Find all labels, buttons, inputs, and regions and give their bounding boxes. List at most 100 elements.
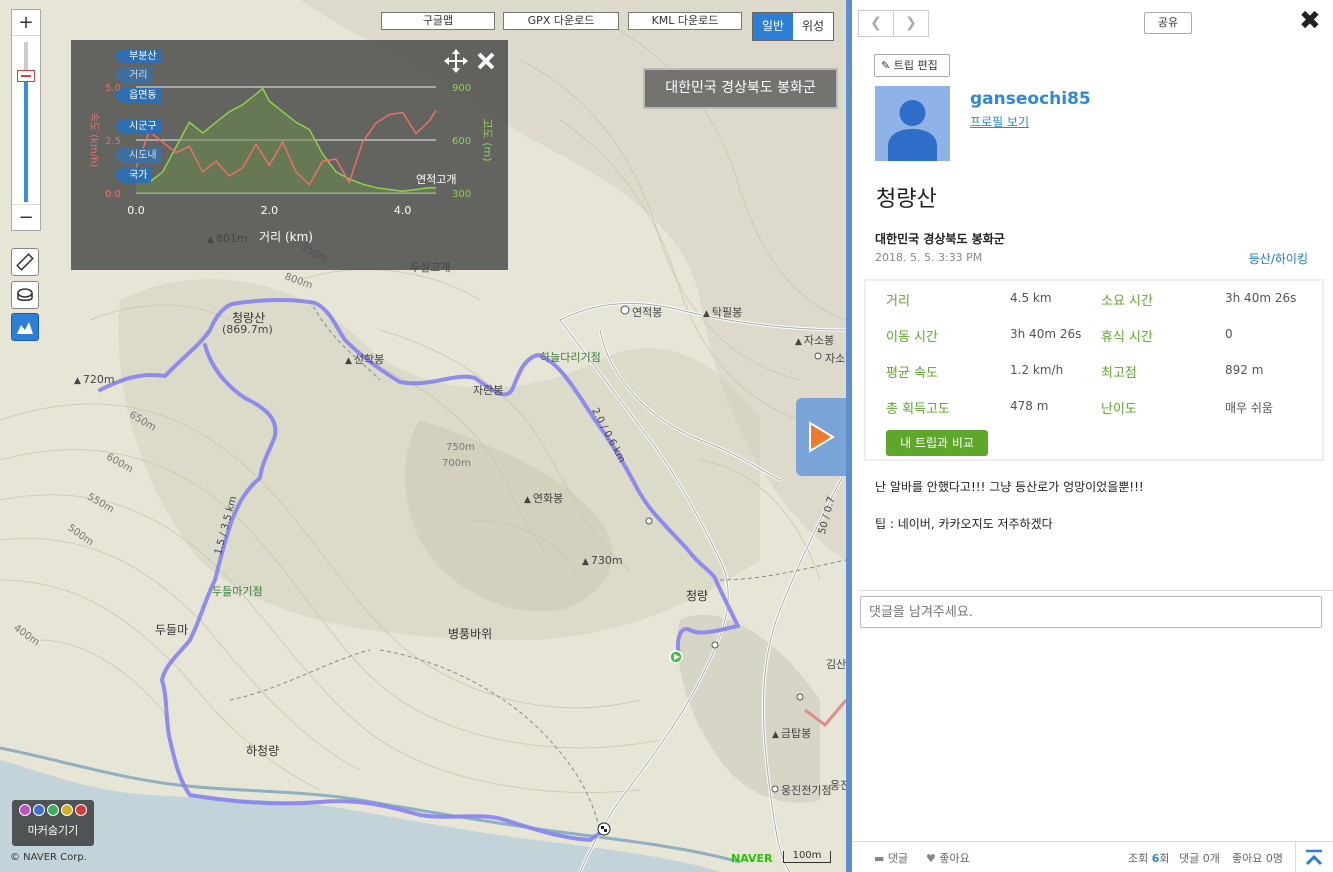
google-map-button[interactable]: 구글맵 xyxy=(381,12,495,30)
prev-trip-button[interactable]: ❮ xyxy=(859,11,894,36)
area-measure-icon xyxy=(17,288,33,301)
hacheongryang-label: 하청량 xyxy=(246,744,280,758)
elevation-chart-button[interactable] xyxy=(11,313,39,341)
stat-speed-label: 평균 속도 xyxy=(886,366,938,381)
stat-rest-label: 휴식 시간 xyxy=(1101,330,1153,345)
takpilbong-label: 탁필봉 xyxy=(703,304,742,320)
panel-footer: ▬ 댓글 ♥ 좋아요 조회 6회 댓글 0개 좋아요 0명 xyxy=(852,841,1333,872)
comment-button-label: 댓글 xyxy=(887,852,909,865)
map-type-normal[interactable]: 일반 xyxy=(753,13,793,40)
scroll-top-icon xyxy=(1305,849,1322,865)
trip-nav: ❮ ❯ xyxy=(858,10,929,37)
compare-trip-button[interactable]: 내 트립과 비교 xyxy=(886,430,988,456)
like-button[interactable]: ♥ 좋아요 xyxy=(926,850,970,866)
kml-download-button[interactable]: KML 다운로드 xyxy=(628,12,742,30)
stat-gain-value: 478 m xyxy=(1010,399,1049,413)
marker-color-icon xyxy=(19,804,31,816)
left-axis-label: 속도 (km/h) xyxy=(88,113,100,168)
play-arrow-icon xyxy=(809,421,835,453)
stat-speed-value: 1.2 km/h xyxy=(1010,363,1064,377)
right-tick-label: 900 xyxy=(452,83,471,94)
map-type-toggle: 일반 위성 xyxy=(752,12,834,41)
zoom-slider-handle[interactable] xyxy=(17,70,35,82)
next-trip-button[interactable]: ❯ xyxy=(894,11,928,36)
trip-description: 난 알바를 안했다고!!! 그냥 등산로가 엉망이었을뿐!!! xyxy=(875,480,1144,494)
jaso-label: 자소 xyxy=(825,352,846,365)
map-view[interactable]: 720m 801m 청량산 (869.7m) 선학봉 자란봉 연적봉 탁필봉 자… xyxy=(0,0,846,872)
stat-max-label: 최고점 xyxy=(1101,366,1137,381)
zoom-control: + − xyxy=(11,9,41,231)
close-panel-button[interactable]: ✖ xyxy=(1299,6,1321,36)
stat-gain-label: 총 획득고도 xyxy=(886,402,950,417)
close-icon[interactable] xyxy=(477,52,495,70)
region-tag-sidonae[interactable]: 시도내 xyxy=(114,148,161,163)
stat-duration-label: 소요 시간 xyxy=(1101,294,1153,309)
naver-logo: NAVER xyxy=(731,852,773,865)
left-tick-label: 0.0 xyxy=(105,189,121,200)
stat-distance-label: 거리 xyxy=(886,294,910,309)
marker-hide-button[interactable]: 마커숨기기 xyxy=(12,800,94,846)
stat-moving-value: 3h 40m 26s xyxy=(1010,327,1082,341)
x-tick-label: 2.0 xyxy=(261,204,279,217)
edit-trip-label: 트립 편집 xyxy=(893,59,938,72)
like-button-label: 좋아요 xyxy=(939,852,970,865)
altitude-area xyxy=(136,88,436,193)
panel-toggle-button[interactable] xyxy=(796,398,846,476)
area-tool-button[interactable] xyxy=(11,281,39,309)
username[interactable]: ganseochi85 xyxy=(970,89,1091,109)
avatar[interactable] xyxy=(875,86,950,161)
trip-activity-type[interactable]: 등산/하이킹 xyxy=(1249,250,1308,267)
map-scale-bar: 100m xyxy=(783,851,831,863)
map-region-label: 대한민국 경상북도 봉화군 xyxy=(643,68,838,109)
chungryangsan-elev-label: (869.7m) xyxy=(222,323,273,336)
stat-distance-value: 4.5 km xyxy=(1010,291,1052,305)
map-type-satellite[interactable]: 위성 xyxy=(793,13,833,40)
region-tag-distance[interactable]: 거리 xyxy=(113,68,152,83)
stat-moving-label: 이동 시간 xyxy=(886,330,938,345)
comment-button[interactable]: ▬ 댓글 xyxy=(874,850,908,866)
ruler-tool-button[interactable] xyxy=(11,248,39,276)
trip-tip: 팁 : 네이버, 카카오지도 저주하겠다 xyxy=(875,517,1053,531)
profile-link[interactable]: 프로필 보기 xyxy=(970,113,1029,130)
stat-difficulty-value: 매우 쉬움 xyxy=(1225,401,1273,415)
left-tick-label: 2.5 xyxy=(105,136,121,147)
peak-720-label: 720m xyxy=(74,373,115,386)
zoom-out-button[interactable]: − xyxy=(12,204,40,230)
view-count-label: 조회 xyxy=(1128,852,1149,865)
gpx-download-button[interactable]: GPX 다운로드 xyxy=(503,12,619,30)
comment-icon: ▬ xyxy=(874,852,885,865)
marker-color-icon xyxy=(47,804,59,816)
region-tag-country[interactable]: 국가 xyxy=(113,168,152,183)
scroll-top-button[interactable] xyxy=(1295,842,1331,872)
region-tag-eupmyeondong[interactable]: 읍면동 xyxy=(114,88,161,103)
stat-max-value: 892 m xyxy=(1225,363,1264,377)
region-tag-sigungu[interactable]: 시군구 xyxy=(114,119,161,134)
contour-label: 750m xyxy=(446,442,475,453)
edit-trip-button[interactable]: ✎ 트립 편집 xyxy=(874,54,950,77)
x-tick-label: 4.0 xyxy=(394,204,412,217)
right-tick-label: 300 xyxy=(452,189,471,200)
x-axis-label: 거리 (km) xyxy=(259,230,313,244)
region-tag-bubunsan[interactable]: 부분산 xyxy=(114,49,161,64)
right-tick-label: 600 xyxy=(452,136,471,147)
user-icon xyxy=(888,100,937,161)
trip-stats: 거리 4.5 km 소요 시간 3h 40m 26s 이동 시간 3h 40m … xyxy=(864,279,1324,461)
jaranbong-label: 자란봉 xyxy=(473,384,504,397)
chart-annotation-label: 연적고개 xyxy=(416,173,456,186)
trip-date: 2018. 5. 5. 3:33 PM xyxy=(875,251,983,264)
ungjin-label: 웅진 xyxy=(830,779,846,792)
x-tick-label: 0.0 xyxy=(127,204,145,217)
dudeulma-label: 두들마 xyxy=(155,623,189,637)
zoom-in-button[interactable]: + xyxy=(12,10,40,36)
right-axis-label: 고도 (m) xyxy=(481,118,494,161)
heart-icon: ♥ xyxy=(926,852,936,865)
trip-title: 청량산 xyxy=(876,187,937,212)
copyright-text: © NAVER Corp. xyxy=(10,852,87,863)
comment-input[interactable] xyxy=(860,596,1322,628)
trip-region: 대한민국 경상북도 봉화군 xyxy=(875,232,1005,246)
pencil-icon: ✎ xyxy=(881,59,891,72)
elevation-chart-icon xyxy=(17,322,33,334)
marker-color-icon xyxy=(61,804,73,816)
move-icon[interactable] xyxy=(443,48,469,74)
share-button[interactable]: 공유 xyxy=(1144,12,1192,34)
